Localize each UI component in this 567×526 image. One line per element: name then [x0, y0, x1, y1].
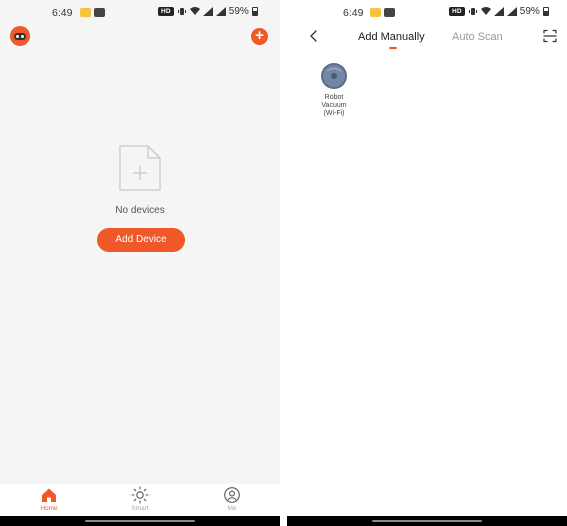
- status-time-right: 6:49: [343, 7, 364, 19]
- tab-auto-scan[interactable]: Auto Scan: [452, 31, 503, 43]
- nav-me-label: Me: [227, 505, 237, 512]
- signal-icon-right-2: [506, 7, 517, 16]
- device-tile-robot-vacuum[interactable]: Robot Vacuum (Wi-Fi): [312, 62, 356, 118]
- add-device-button[interactable]: Add Device: [97, 228, 185, 252]
- signal-icon-right: [493, 7, 504, 16]
- wifi-icon-right: [480, 7, 491, 15]
- gesture-bar-right: [287, 516, 567, 526]
- avatar-face: [14, 33, 26, 40]
- battery-percent: 59%: [228, 6, 249, 17]
- battery-icon-right: [542, 7, 549, 16]
- add-device-plus-button[interactable]: +: [251, 28, 268, 45]
- device-label-line1: Robot: [324, 94, 344, 101]
- gesture-handle[interactable]: [85, 520, 195, 522]
- gallery-icon: [94, 8, 105, 17]
- tab-add-manually[interactable]: Add Manually: [358, 31, 425, 43]
- empty-document-icon: [119, 145, 161, 191]
- screenshot-stage: 6:49 HD 59% + No devices Add Device Home…: [0, 0, 567, 526]
- home-screen: 6:49 HD 59% + No devices Add Device Home…: [0, 0, 280, 526]
- device-label-line2: Vacuum: [321, 102, 347, 109]
- status-icons: HD 59%: [158, 6, 258, 17]
- screen-divider: [280, 0, 287, 526]
- user-icon: [224, 487, 240, 503]
- robot-vacuum-icon: [321, 63, 347, 89]
- signal-icon: [202, 7, 213, 16]
- hd-voice-icon-right: HD: [449, 7, 465, 16]
- nav-home[interactable]: Home: [19, 486, 79, 512]
- battery-icon: [251, 7, 258, 16]
- tab-active-indicator: [389, 47, 397, 49]
- notification-icon: [80, 8, 91, 17]
- add-device-screen: 6:49 HD 59% Add Manually Auto Scan Robot…: [287, 0, 567, 526]
- signal-icon-2: [215, 7, 226, 16]
- vibrate-icon: [177, 8, 186, 15]
- sun-icon: [131, 486, 149, 504]
- nav-me[interactable]: Me: [202, 486, 262, 512]
- bottom-nav: Home Smart Me: [0, 484, 280, 516]
- nav-home-label: Home: [40, 505, 58, 512]
- gallery-icon-right: [384, 8, 395, 17]
- avatar-icon[interactable]: [10, 26, 30, 46]
- scan-icon[interactable]: [543, 29, 557, 43]
- status-icons-right: HD 59%: [449, 6, 549, 17]
- back-icon[interactable]: [307, 29, 321, 43]
- gesture-handle-right[interactable]: [372, 520, 482, 522]
- nav-smart-label: Smart: [131, 505, 149, 512]
- no-devices-text: No devices: [115, 205, 165, 216]
- nav-smart[interactable]: Smart: [110, 486, 170, 512]
- status-bar: 6:49 HD 59%: [0, 0, 280, 26]
- hd-voice-icon: HD: [158, 7, 174, 16]
- notification-icon-right: [370, 8, 381, 17]
- vibrate-icon-right: [468, 8, 477, 15]
- device-label-line3: (Wi-Fi): [323, 110, 345, 117]
- wifi-icon: [189, 7, 200, 15]
- battery-percent-right: 59%: [519, 6, 540, 17]
- status-time: 6:49: [52, 7, 73, 19]
- status-bar-right: 6:49 HD 59%: [287, 0, 567, 26]
- gesture-bar: [0, 516, 280, 526]
- home-icon: [42, 488, 56, 502]
